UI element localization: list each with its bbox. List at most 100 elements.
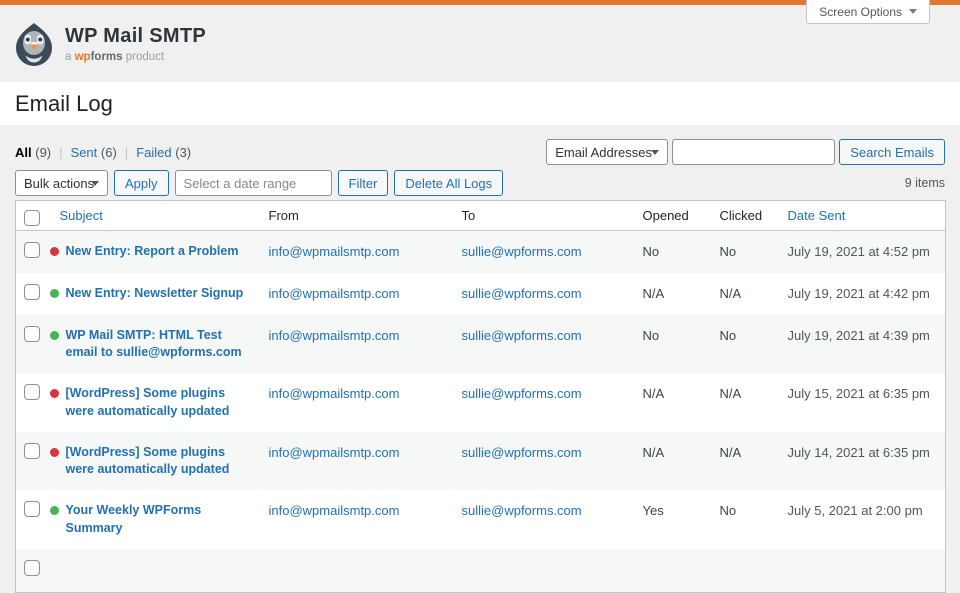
clicked-value: N/A: [710, 273, 778, 315]
search-field-select-value: Email Addresses: [555, 145, 652, 160]
page-title: Email Log: [15, 91, 113, 117]
to-email-link[interactable]: sullie@wpforms.com: [462, 445, 582, 460]
date-sent-value: July 19, 2021 at 4:52 pm: [778, 231, 946, 273]
chevron-down-icon: [91, 181, 99, 186]
screen-options-button[interactable]: Screen Options: [806, 0, 930, 24]
filter-all-label: All: [15, 145, 32, 160]
to-email-link[interactable]: sullie@wpforms.com: [462, 386, 582, 401]
row-checkbox[interactable]: [24, 242, 40, 258]
row-checkbox[interactable]: [24, 501, 40, 517]
column-header-date-sent[interactable]: Date Sent: [778, 201, 946, 231]
from-email-link[interactable]: info@wpmailsmtp.com: [269, 445, 400, 460]
brand-wp: wp: [75, 51, 91, 63]
to-email-link[interactable]: sullie@wpforms.com: [462, 244, 582, 259]
email-subject-link[interactable]: Your Weekly WPForms Summary: [66, 502, 257, 537]
table-row: New Entry: Newsletter Signup info@wpmail…: [16, 273, 946, 315]
email-subject-link[interactable]: [WordPress] Some plugins were automatica…: [66, 385, 257, 420]
filter-failed-link[interactable]: Failed (3): [136, 145, 191, 160]
column-header-from: From: [259, 201, 452, 231]
date-sent-value: July 14, 2021 at 6:35 pm: [778, 432, 946, 491]
filter-failed-count: (3): [175, 145, 191, 160]
status-filter-links: All (9) | Sent (6) | Failed (3): [15, 145, 191, 160]
brand-forms: forms: [91, 51, 123, 63]
screen-options-label: Screen Options: [819, 5, 902, 19]
to-email-link[interactable]: sullie@wpforms.com: [462, 286, 582, 301]
opened-value: No: [633, 231, 710, 273]
log-table-partial: [16, 549, 946, 593]
status-dot: [50, 389, 59, 398]
clicked-value: No: [710, 231, 778, 273]
search-box: Email Addresses Search Emails: [546, 139, 945, 165]
apply-button[interactable]: Apply: [114, 170, 169, 196]
opened-value: N/A: [633, 373, 710, 432]
brand-text: WP Mail SMTP a wpforms product: [65, 25, 206, 63]
to-email-link[interactable]: sullie@wpforms.com: [462, 503, 582, 518]
date-sent-value: July 5, 2021 at 2:00 pm: [778, 490, 946, 549]
search-input[interactable]: [672, 139, 835, 165]
clicked-value: N/A: [710, 432, 778, 491]
filter-all-count: (9): [35, 145, 51, 160]
filter-sent-link[interactable]: Sent (6): [71, 145, 117, 160]
row-checkbox[interactable]: [24, 560, 40, 576]
email-log-content: All (9) | Sent (6) | Failed (3) Email Ad…: [0, 139, 960, 593]
chevron-down-icon: [909, 9, 917, 14]
bulk-actions-value: Bulk actions: [24, 176, 94, 191]
status-dot: [50, 331, 59, 340]
search-field-select[interactable]: Email Addresses: [546, 139, 668, 165]
date-range-input[interactable]: [175, 170, 332, 196]
subtitle-suffix: product: [126, 51, 164, 63]
email-subject-link[interactable]: WP Mail SMTP: HTML Test email to sullie@…: [66, 327, 257, 362]
row-checkbox[interactable]: [24, 384, 40, 400]
from-email-link[interactable]: info@wpmailsmtp.com: [269, 328, 400, 343]
items-count: 9 items: [905, 176, 945, 190]
filter-all-link[interactable]: All (9): [15, 145, 51, 160]
filter-separator: |: [125, 145, 128, 160]
search-emails-button[interactable]: Search Emails: [839, 139, 945, 165]
clicked-value: No: [710, 315, 778, 374]
subtitle-prefix: a: [65, 51, 71, 63]
opened-value: N/A: [633, 432, 710, 491]
log-table-body: New Entry: Report a Problem info@wpmails…: [16, 231, 946, 549]
email-log-table: Subject From To Opened Clicked Date Sent…: [15, 200, 946, 593]
table-toolbar: Bulk actions Apply Filter Delete All Log…: [15, 170, 945, 196]
from-email-link[interactable]: info@wpmailsmtp.com: [269, 503, 400, 518]
row-checkbox[interactable]: [24, 443, 40, 459]
email-subject-link[interactable]: New Entry: Report a Problem: [66, 243, 239, 260]
from-email-link[interactable]: info@wpmailsmtp.com: [269, 244, 400, 259]
filter-sent-label: Sent: [71, 145, 98, 160]
filter-button[interactable]: Filter: [338, 170, 389, 196]
email-subject-link[interactable]: New Entry: Newsletter Signup: [66, 285, 244, 302]
select-all-checkbox[interactable]: [24, 210, 40, 226]
opened-value: N/A: [633, 273, 710, 315]
row-checkbox[interactable]: [24, 326, 40, 342]
list-controls-row: All (9) | Sent (6) | Failed (3) Email Ad…: [15, 139, 945, 165]
table-row-partial: [16, 549, 946, 593]
table-row: Your Weekly WPForms Summary info@wpmails…: [16, 490, 946, 549]
status-dot: [50, 289, 59, 298]
filter-failed-label: Failed: [136, 145, 171, 160]
toolbar-actions: Bulk actions Apply Filter Delete All Log…: [15, 170, 503, 196]
from-email-link[interactable]: info@wpmailsmtp.com: [269, 286, 400, 301]
status-dot: [50, 448, 59, 457]
column-header-subject[interactable]: Subject: [46, 201, 259, 231]
row-checkbox[interactable]: [24, 284, 40, 300]
clicked-value: No: [710, 490, 778, 549]
email-subject-link[interactable]: [WordPress] Some plugins were automatica…: [66, 444, 257, 479]
status-dot: [50, 247, 59, 256]
wp-mail-smtp-logo-icon: [12, 22, 56, 66]
filter-sent-count: (6): [101, 145, 117, 160]
table-row: New Entry: Report a Problem info@wpmails…: [16, 231, 946, 273]
table-header: Subject From To Opened Clicked Date Sent: [16, 201, 946, 231]
date-sent-value: July 19, 2021 at 4:39 pm: [778, 315, 946, 374]
status-dot: [50, 506, 59, 515]
to-email-link[interactable]: sullie@wpforms.com: [462, 328, 582, 343]
table-row: [WordPress] Some plugins were automatica…: [16, 432, 946, 491]
bulk-actions-select[interactable]: Bulk actions: [15, 170, 108, 196]
delete-all-logs-button[interactable]: Delete All Logs: [394, 170, 503, 196]
from-email-link[interactable]: info@wpmailsmtp.com: [269, 386, 400, 401]
date-sent-value: July 19, 2021 at 4:42 pm: [778, 273, 946, 315]
opened-value: No: [633, 315, 710, 374]
chevron-down-icon: [651, 150, 659, 155]
column-header-to: To: [452, 201, 633, 231]
page-title-bar: Email Log: [0, 82, 960, 125]
